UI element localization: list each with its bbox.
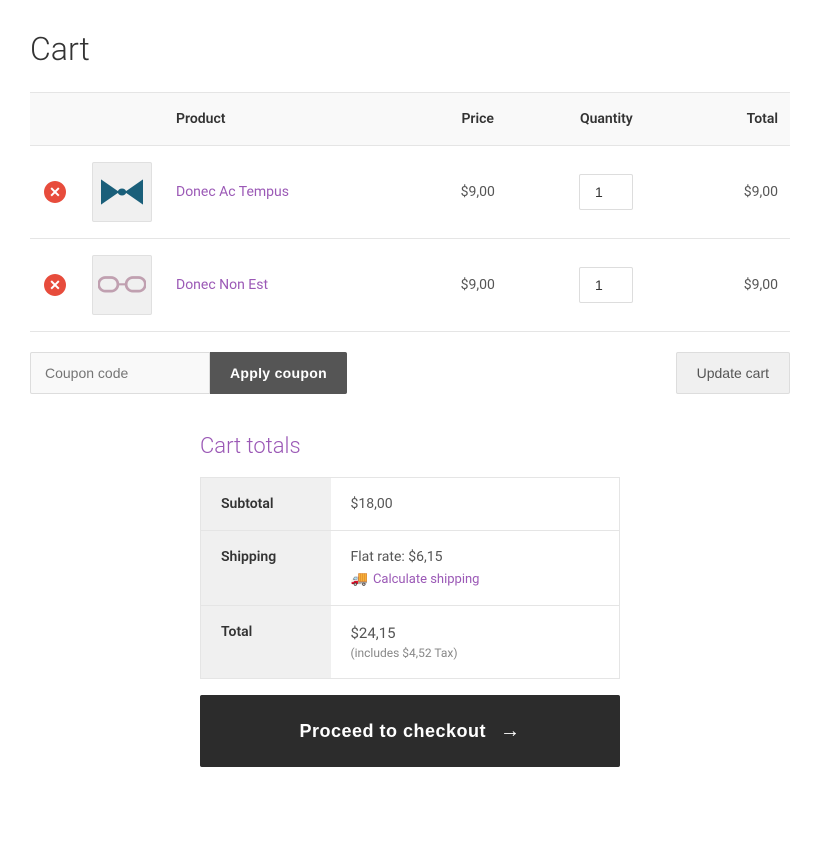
remove-item-button[interactable]: ✕	[44, 181, 66, 203]
product-quantity-cell	[533, 146, 680, 239]
coupon-input[interactable]	[30, 352, 210, 394]
product-total-cell: $9,00	[680, 146, 790, 239]
glasses-svg	[98, 274, 146, 296]
product-price-cell: $9,00	[423, 239, 533, 332]
col-product-header: Product	[164, 93, 423, 146]
product-image-cell	[80, 239, 164, 332]
checkout-button[interactable]: Proceed to checkout →	[200, 695, 620, 767]
table-row: ✕ Donec Ac Tempus $9,00 $9,00	[30, 146, 790, 239]
col-remove-header	[30, 93, 80, 146]
coupon-area: Apply coupon	[30, 352, 347, 394]
product-quantity-cell	[533, 239, 680, 332]
product-link[interactable]: Donec Non Est	[176, 277, 268, 293]
checkout-button-wrapper: Proceed to checkout →	[200, 695, 620, 767]
remove-cell: ✕	[30, 239, 80, 332]
page-title: Cart	[30, 30, 790, 68]
total-label: Total	[201, 606, 331, 679]
col-price-header: Price	[423, 93, 533, 146]
quantity-input[interactable]	[579, 174, 633, 210]
product-name-cell: Donec Ac Tempus	[164, 146, 423, 239]
shipping-row: Shipping Flat rate: $6,15 🚚 Calculate sh…	[201, 531, 620, 606]
product-thumbnail	[92, 162, 152, 222]
col-image-header	[80, 93, 164, 146]
quantity-input[interactable]	[579, 267, 633, 303]
cart-table: Product Price Quantity Total ✕ Donec Ac …	[30, 92, 790, 332]
cart-totals-section: Cart totals Subtotal $18,00 Shipping Fla…	[30, 434, 790, 767]
remove-item-button[interactable]: ✕	[44, 274, 66, 296]
bowtie-svg	[101, 179, 143, 205]
total-row: Total $24,15 (includes $4,52 Tax)	[201, 606, 620, 679]
cart-totals-title: Cart totals	[200, 434, 620, 459]
col-total-header: Total	[680, 93, 790, 146]
checkout-label: Proceed to checkout	[299, 721, 486, 742]
table-row: ✕ Donec Non Est $9,00 $9,00	[30, 239, 790, 332]
total-value: $24,15 (includes $4,52 Tax)	[331, 606, 620, 679]
arrow-icon: →	[500, 720, 521, 743]
product-image-cell	[80, 146, 164, 239]
product-name-cell: Donec Non Est	[164, 239, 423, 332]
cart-actions: Apply coupon Update cart	[30, 352, 790, 394]
product-total-cell: $9,00	[680, 239, 790, 332]
calculate-shipping-link[interactable]: 🚚 Calculate shipping	[351, 571, 600, 587]
subtotal-row: Subtotal $18,00	[201, 478, 620, 531]
shipping-label: Shipping	[201, 531, 331, 606]
product-link[interactable]: Donec Ac Tempus	[176, 184, 289, 200]
remove-cell: ✕	[30, 146, 80, 239]
product-price-cell: $9,00	[423, 146, 533, 239]
update-cart-button[interactable]: Update cart	[676, 352, 790, 394]
col-quantity-header: Quantity	[533, 93, 680, 146]
remove-icon: ✕	[44, 181, 66, 203]
subtotal-value: $18,00	[331, 478, 620, 531]
truck-icon: 🚚	[351, 571, 368, 587]
cart-totals-table: Subtotal $18,00 Shipping Flat rate: $6,1…	[200, 477, 620, 679]
shipping-value: Flat rate: $6,15 🚚 Calculate shipping	[331, 531, 620, 606]
calculate-shipping-text: Calculate shipping	[373, 572, 480, 587]
shipping-rate-text: Flat rate: $6,15	[351, 549, 600, 565]
remove-icon: ✕	[44, 274, 66, 296]
total-amount: $24,15	[351, 624, 396, 642]
apply-coupon-button[interactable]: Apply coupon	[210, 352, 347, 394]
tax-note: (includes $4,52 Tax)	[351, 646, 600, 660]
subtotal-label: Subtotal	[201, 478, 331, 531]
product-thumbnail	[92, 255, 152, 315]
